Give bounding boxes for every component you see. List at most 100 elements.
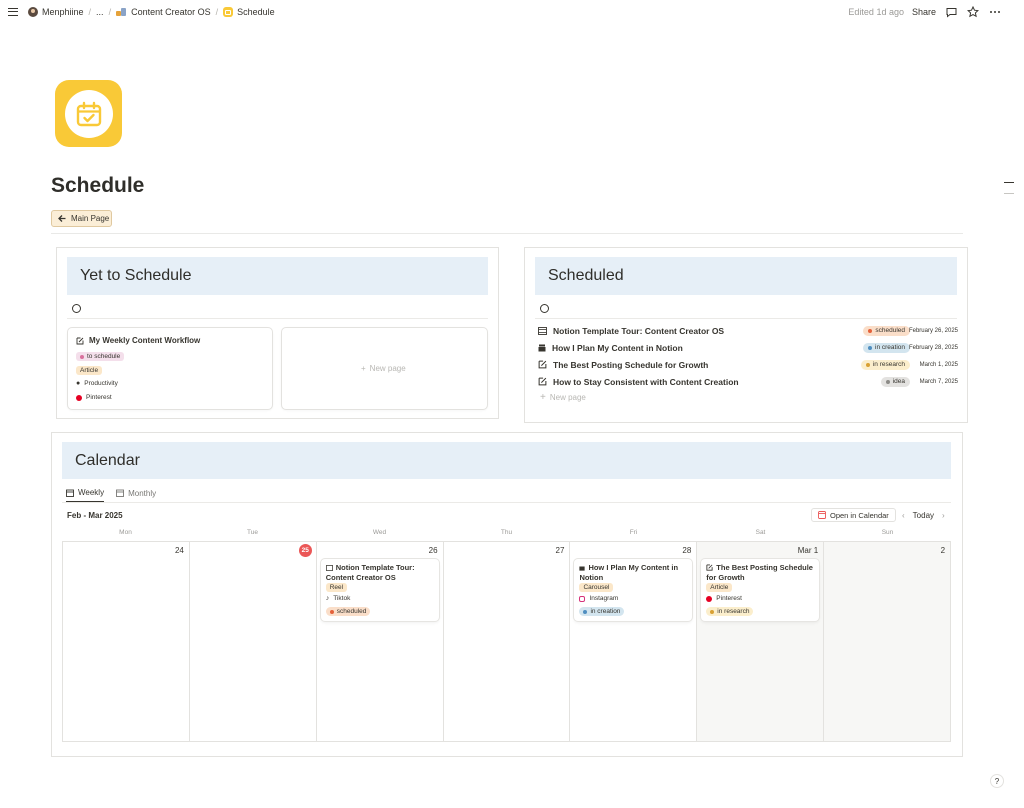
event-title-text: Notion Template Tour: Content Creator OS (325, 563, 415, 582)
platform-text: Pinterest (716, 595, 742, 602)
type-text: Reel (329, 584, 344, 591)
status-text: to schedule (87, 353, 121, 360)
edited-timestamp: Edited 1d ago (848, 7, 904, 17)
type-badge: Article (76, 366, 103, 375)
calendar-app-icon (818, 511, 826, 519)
list-item-title: Notion Template Tour: Content Creator OS (538, 326, 724, 336)
tab-monthly[interactable]: Monthly (116, 488, 156, 502)
outline-marker[interactable] (1004, 193, 1014, 194)
tab-label: Monthly (128, 488, 157, 498)
status-badge: in research (706, 607, 754, 616)
today-button[interactable]: Today (913, 511, 934, 520)
pinterest-icon (76, 394, 82, 401)
help-icon[interactable]: ? (990, 774, 1004, 788)
comment-icon[interactable] (944, 5, 958, 19)
calendar-event[interactable]: The Best Posting Schedule for Growth Art… (701, 559, 820, 621)
chevron-right-icon[interactable]: › (942, 511, 945, 520)
open-in-calendar-button[interactable]: Open in Calendar (811, 508, 896, 522)
tab-weekly[interactable]: Weekly (66, 488, 105, 502)
calendar-event[interactable]: Notion Template Tour: Content Creator OS… (320, 559, 439, 621)
calendar-check-icon (64, 89, 113, 138)
stack-icon (538, 344, 546, 351)
row-title-text: Notion Template Tour: Content Creator OS (553, 325, 725, 336)
day-number: Mar 1 (797, 546, 819, 555)
star-icon[interactable] (966, 5, 980, 19)
arrow-left-icon (58, 215, 66, 222)
breadcrumb-label: Menphiine (42, 7, 84, 17)
breadcrumb-separator: / (108, 7, 112, 17)
calendar-day-wed[interactable]: 26 Notion Template Tour: Content Creator… (317, 542, 444, 741)
row-title-text: How I Plan My Content in Notion (552, 342, 683, 353)
list-item[interactable]: The Best Posting Schedule for Growth in … (538, 357, 958, 372)
tab-label: Weekly (78, 488, 105, 497)
board-view-icon[interactable] (72, 304, 81, 313)
edit-icon (76, 337, 84, 344)
tiktok-icon: ♪ (325, 595, 330, 602)
status-text: in creation (875, 344, 905, 351)
main-page-label: Main Page (71, 214, 110, 223)
breadcrumb-ellipsis[interactable]: ... (96, 7, 104, 17)
calendar-day-sat[interactable]: Mar 1 The Best Posting Schedule for Grow… (697, 542, 825, 741)
new-page-button[interactable]: + New page (540, 392, 586, 403)
new-page-card[interactable]: + New page (281, 327, 488, 410)
panel-title: Scheduled (548, 267, 624, 284)
status-text: in research (717, 608, 750, 615)
day-number: 27 (555, 546, 565, 555)
divider (535, 318, 957, 319)
category-text: Productivity (84, 380, 118, 387)
calendar-event[interactable]: How I Plan My Content in Notion Carousel… (574, 559, 693, 621)
list-item[interactable]: How I Plan My Content in Notion in creat… (538, 340, 958, 355)
calendar-range: Feb - Mar 2025 (67, 511, 123, 520)
breadcrumb-label: Schedule (237, 7, 275, 17)
breadcrumb-separator: / (88, 7, 92, 17)
weekday-label: Mon (119, 529, 132, 536)
platform-property: ♪ Tiktok (326, 595, 351, 602)
breadcrumb-content-creator-os[interactable]: Content Creator OS (116, 7, 211, 17)
chevron-left-icon[interactable]: ‹ (902, 511, 905, 520)
calendar-day-fri[interactable]: 28 How I Plan My Content in Notion Carou… (570, 542, 698, 741)
day-number: 2 (940, 546, 946, 555)
instagram-icon (579, 595, 586, 602)
card-title: My Weekly Content Workflow (76, 336, 200, 345)
outline-marker[interactable] (1004, 182, 1014, 183)
calendar-icon (116, 489, 125, 497)
date-text: February 26, 2025 (908, 327, 958, 334)
type-badge: Carousel (579, 583, 614, 592)
event-title: The Best Posting Schedule for Growth (706, 563, 814, 582)
event-title-text: The Best Posting Schedule for Growth (706, 563, 813, 582)
status-badge: scheduled (863, 325, 910, 336)
new-page-button[interactable]: + New page (361, 364, 406, 373)
main-page-button[interactable]: Main Page (51, 210, 112, 227)
share-button[interactable]: Share (912, 7, 936, 17)
content-creator-os-icon (116, 7, 127, 17)
list-view-icon[interactable] (540, 304, 549, 313)
calendar-day-thu[interactable]: 27 (444, 542, 571, 741)
more-icon[interactable] (988, 5, 1002, 19)
calendar-day-sun[interactable]: 2 (824, 542, 951, 741)
plus-icon: + (361, 364, 366, 373)
page-title: Schedule (51, 174, 145, 197)
day-number: 28 (682, 546, 692, 555)
type-text: Article (80, 367, 99, 374)
calendar-day-mon[interactable]: 24 (63, 542, 190, 741)
list-item-title: The Best Posting Schedule for Growth (538, 360, 708, 370)
date-text: March 1, 2025 (919, 361, 958, 368)
breadcrumb-schedule[interactable]: Schedule (223, 7, 275, 17)
weekday-label: Sat (755, 529, 766, 536)
list-item[interactable]: Notion Template Tour: Content Creator OS… (538, 323, 958, 338)
video-icon (325, 564, 333, 573)
yet-to-schedule-header: Yet to Schedule (67, 257, 488, 295)
page-icon-calendar[interactable] (55, 80, 122, 147)
yet-to-schedule-panel: Yet to Schedule My Weekly Content Workfl… (56, 247, 499, 419)
menu-icon[interactable] (8, 8, 18, 16)
weekday-label: Tue (247, 529, 258, 536)
platform-text: Tiktok (333, 595, 351, 602)
list-item[interactable]: How to Stay Consistent with Content Crea… (538, 374, 958, 389)
gallery-card[interactable]: My Weekly Content Workflow to schedule A… (67, 327, 273, 410)
calendar-day-tue[interactable]: 25 (190, 542, 317, 741)
row-title-text: The Best Posting Schedule for Growth (553, 359, 709, 370)
breadcrumb-workspace[interactable]: Menphiine (28, 7, 84, 17)
calendar-header: Calendar (62, 442, 951, 479)
platform-property: Pinterest (706, 595, 742, 602)
event-title-text: How I Plan My Content in Notion (579, 563, 679, 582)
